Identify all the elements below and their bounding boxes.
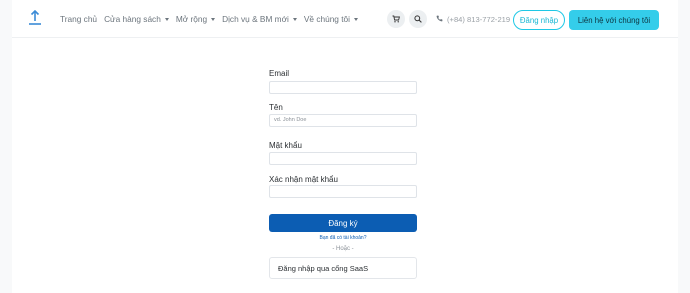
phone-text: (+84) 813-772-219 [447,14,511,24]
or-divider: - Hoặc - [332,246,354,252]
nav-item-about[interactable]: Về chúng tôi [304,14,358,24]
caret-down-icon [354,17,358,21]
logo-icon[interactable] [28,9,42,26]
cart-icon [392,10,400,28]
cart-button[interactable] [387,10,405,28]
have-account-link[interactable]: Bạn đã có tài khoản? [269,235,417,241]
search-icon [414,10,422,28]
caret-down-icon [164,17,169,21]
nav-item-bookstore[interactable]: Cửa hàng sách [104,14,169,24]
phone-icon [436,15,447,24]
nav-item-label: Trang chủ [60,14,98,24]
email-field[interactable] [269,81,417,94]
top-navbar: Trang chủ Cửa hàng sách Mở rộng Dịch vụ … [12,0,678,38]
search-button[interactable] [409,10,427,28]
name-label: Tên [269,103,283,112]
caret-down-icon [292,17,297,21]
register-button[interactable]: Đăng ký [269,214,417,232]
nav-item-label: Mở rộng [175,14,208,24]
email-label: Email [269,69,290,78]
nav-item-label: Dịch vụ & BM mới [222,14,289,24]
confirm-password-label: Xác nhận mật khẩu [269,175,338,184]
login-button[interactable]: Đăng nhập [513,10,565,30]
nav-item-label: Về chúng tôi [303,14,350,24]
saas-login-button[interactable]: Đăng nhập qua cổng SaaS [269,257,417,279]
contact-us-button[interactable]: Liên hệ với chúng tôi [569,10,659,30]
nav-item-services[interactable]: Dịch vụ & BM mới [222,14,297,24]
nav-item-label: Cửa hàng sách [104,14,161,24]
phone-number[interactable]: (+84) 813-772-219 [436,0,510,38]
caret-down-icon [211,17,216,21]
confirm-password-field[interactable] [269,185,417,198]
password-field[interactable] [269,152,417,165]
password-label: Mật khẩu [269,141,302,150]
page: Trang chủ Cửa hàng sách Mở rộng Dịch vụ … [12,0,678,293]
nav-item-home[interactable]: Trang chủ [60,14,97,24]
nav-item-extensions[interactable]: Mở rộng [175,14,216,24]
main-nav: Trang chủ Cửa hàng sách Mở rộng Dịch vụ … [60,0,365,38]
name-field[interactable]: vd. John Doe [269,114,417,127]
